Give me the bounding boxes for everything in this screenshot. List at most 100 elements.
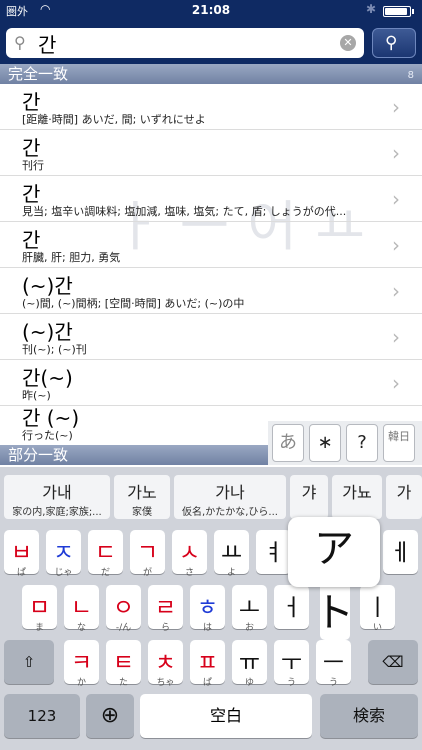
candidate-word: 가내 xyxy=(42,483,72,502)
search-key[interactable]: 検索 xyxy=(320,694,418,738)
delete-key[interactable]: ⌫ xyxy=(368,640,418,684)
battery-tip xyxy=(412,9,414,14)
candidate-meaning: 仮名,かたかな,ひら... xyxy=(182,507,278,518)
candidate-meaning: 家僕 xyxy=(132,507,152,518)
result-subtitle: 刊(~); (~)刊 xyxy=(22,343,87,356)
key-hint: ぱ xyxy=(202,678,212,688)
key-hint: よ xyxy=(226,568,236,578)
shift-icon: ⇧ xyxy=(22,653,36,671)
key-glyph: ㅜ xyxy=(280,650,303,676)
candidate-item[interactable]: 가 xyxy=(386,475,422,519)
key-m[interactable]: ㅁま xyxy=(22,585,57,633)
result-subtitle: (~)間, (~)間柄; [空間·時間] あいだ; (~)の中 xyxy=(22,297,245,310)
search-input[interactable] xyxy=(38,28,328,58)
space-key[interactable]: 空白 xyxy=(140,694,312,738)
candidate-word: 가나 xyxy=(215,483,245,502)
key-e[interactable]: ㅔ xyxy=(383,530,418,574)
search-button[interactable]: ⚲ xyxy=(372,28,416,58)
key-hint: -/ん xyxy=(115,623,132,633)
question-label: ? xyxy=(357,432,367,453)
key-hint: お xyxy=(244,623,254,633)
key-hint: は xyxy=(202,623,212,633)
key-hint: ぱ xyxy=(16,568,26,578)
key-hint: な xyxy=(76,623,86,633)
wildcard-key[interactable]: ∗ xyxy=(309,424,341,462)
result-row[interactable]: 간 刊行 › xyxy=(0,130,422,176)
key-glyph: ㅁ xyxy=(28,595,51,621)
chevron-right-icon: › xyxy=(392,95,400,119)
bluetooth-icon: ✱ xyxy=(366,2,377,16)
key-t[interactable]: ㅌた xyxy=(106,640,141,688)
key-eu[interactable]: ㅡう xyxy=(316,640,351,688)
key-hint: う xyxy=(328,678,338,688)
chevron-right-icon: › xyxy=(392,187,400,211)
key-j[interactable]: ㅈじゃ xyxy=(46,530,81,578)
shift-key[interactable]: ⇧ xyxy=(4,640,54,684)
key-yu[interactable]: ㅠゆ xyxy=(232,640,267,688)
key-o[interactable]: ㅗお xyxy=(232,585,267,633)
key-hint: じゃ xyxy=(54,568,73,578)
candidate-item[interactable]: 가내 家の内,家庭;家族;... xyxy=(4,475,110,519)
result-row[interactable]: 간 見当; 塩辛い調味料; 塩加減, 塩味, 塩気; たて, 盾; しょうがの代… xyxy=(0,176,422,222)
candidate-word: 가노 xyxy=(127,483,157,502)
key-hint: う xyxy=(286,678,296,688)
key-glyph: ㅠ xyxy=(238,650,261,676)
key-glyph: ㅋ xyxy=(70,650,93,676)
key-glyph: ㅌ xyxy=(112,650,135,676)
key-p[interactable]: ㅍぱ xyxy=(190,640,225,688)
partial-match-label: 部分一致 xyxy=(8,446,69,464)
key-yo[interactable]: ㅛよ xyxy=(214,530,249,578)
search-box[interactable]: ⚲ ✕ xyxy=(6,28,364,58)
key-yeo[interactable]: ㅕ xyxy=(256,530,291,574)
result-row[interactable]: (~)간 刊(~); (~)刊 › xyxy=(0,314,422,360)
key-glyph: ㅗ xyxy=(238,595,261,621)
clear-icon[interactable]: ✕ xyxy=(340,35,356,51)
numbers-key[interactable]: 123 xyxy=(4,694,80,738)
candidate-item[interactable]: 갸 xyxy=(290,475,328,519)
candidate-meaning: 家の内,家庭;家族;... xyxy=(12,507,102,518)
key-hint: か xyxy=(76,678,86,688)
key-b[interactable]: ㅂぱ xyxy=(4,530,39,578)
key-g[interactable]: ㄱが xyxy=(130,530,165,578)
candidate-item[interactable]: 가나 仮名,かたかな,ひら... xyxy=(174,475,286,519)
result-subtitle: 見当; 塩辛い調味料; 塩加減, 塩味, 塩気; たて, 盾; しょうがの代..… xyxy=(22,205,347,218)
key-r[interactable]: ㄹら xyxy=(148,585,183,633)
globe-key[interactable]: ⊕ xyxy=(86,694,134,738)
key-k[interactable]: ㅋか xyxy=(64,640,99,688)
key-u[interactable]: ㅜう xyxy=(274,640,309,688)
key-eo[interactable]: ㅓ xyxy=(274,585,309,629)
question-key[interactable]: ? xyxy=(346,424,378,462)
key-hint: た xyxy=(118,678,128,688)
status-bar: 圏外 ◠ 21:08 ✱ xyxy=(0,0,422,22)
key-glyph: ㅈ xyxy=(52,540,75,566)
key-i[interactable]: ㅣい xyxy=(360,585,395,633)
key-glyph: ㄱ xyxy=(136,540,159,566)
result-subtitle: 刊行 xyxy=(22,159,44,172)
korean-japanese-key[interactable]: 韓日 xyxy=(383,424,415,462)
backspace-icon: ⌫ xyxy=(382,653,404,671)
key-glyph: ㄴ xyxy=(70,595,93,621)
key-d[interactable]: ㄷだ xyxy=(88,530,123,578)
hiragana-key[interactable]: あ xyxy=(272,424,304,462)
result-row[interactable]: (~)간 (~)間, (~)間柄; [空間·時間] あいだ; (~)の中 › xyxy=(0,268,422,314)
hiragana-label: あ xyxy=(279,432,297,453)
key-glyph: ㅡ xyxy=(322,650,345,676)
key-glyph: ㅂ xyxy=(10,540,33,566)
result-row[interactable]: 간 [距離·時間] あいだ, 間; いずれにせよ › xyxy=(0,84,422,130)
candidate-item[interactable]: 가뇨 xyxy=(332,475,382,519)
key-ng[interactable]: ㅇ -/ん xyxy=(106,585,141,633)
result-subtitle: [距離·時間] あいだ, 間; いずれにせよ xyxy=(22,113,206,126)
battery-icon xyxy=(383,6,411,17)
key-glyph: ㅅ xyxy=(178,540,201,566)
key-n[interactable]: ㄴな xyxy=(64,585,99,633)
key-s[interactable]: ㅅさ xyxy=(172,530,207,578)
result-row[interactable]: 간 肝臓, 肝; 胆力, 勇気 › xyxy=(0,222,422,268)
candidate-item[interactable]: 가노 家僕 xyxy=(114,475,170,519)
key-glyph: ㅣ xyxy=(366,595,389,621)
key-glyph: ㅔ xyxy=(389,540,412,566)
key-popup-glyph: ア ト xyxy=(314,526,354,636)
key-glyph: ㅍ xyxy=(196,650,219,676)
result-subtitle: 肝臓, 肝; 胆力, 勇気 xyxy=(22,251,121,264)
key-ch[interactable]: ㅊちゃ xyxy=(148,640,183,688)
key-h[interactable]: ㅎは xyxy=(190,585,225,633)
